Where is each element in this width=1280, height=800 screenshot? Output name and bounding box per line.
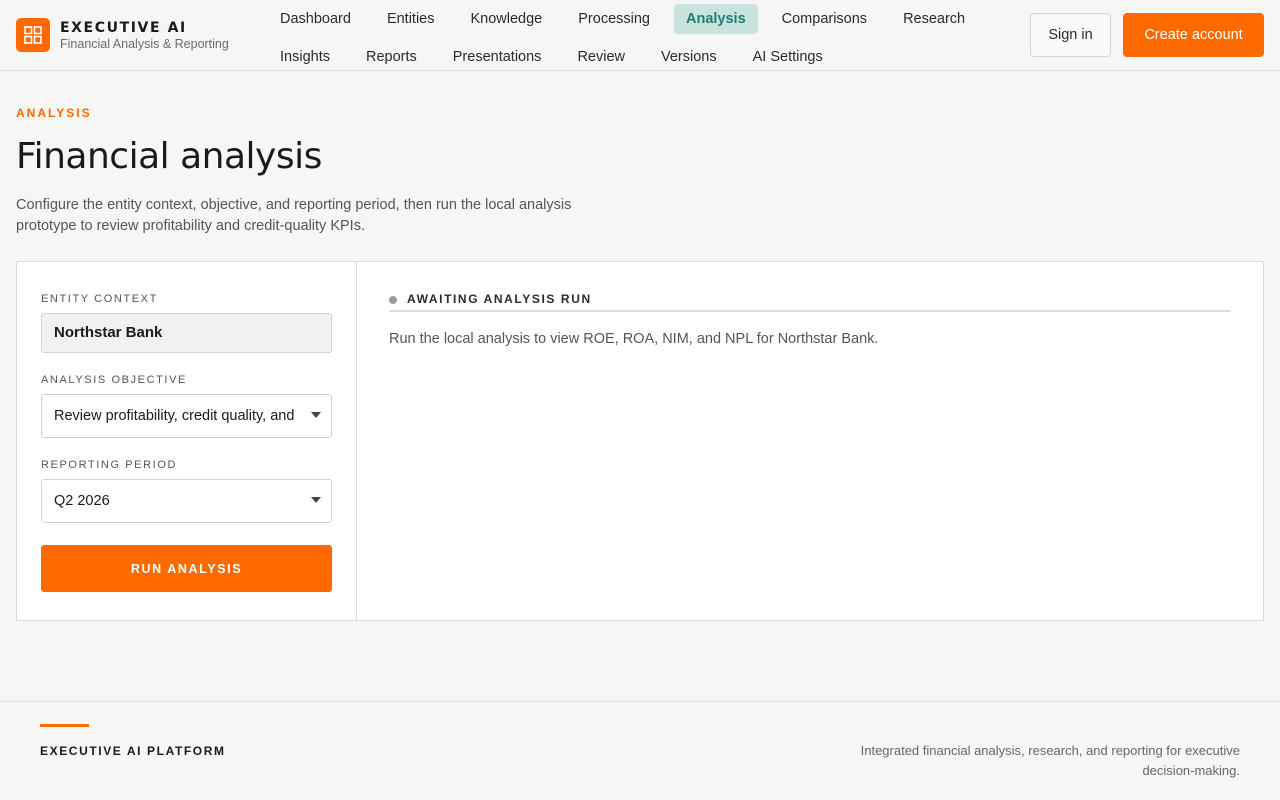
analysis-objective-select[interactable]: Review profitability, credit quality, an… bbox=[41, 394, 332, 438]
main-nav: Dashboard Entities Knowledge Processing Anal… bbox=[268, 0, 1008, 76]
nav-item-insights[interactable]: Insights bbox=[268, 42, 342, 72]
analysis-panel: ENTITY CONTEXT Northstar Bank ANALYSIS O… bbox=[16, 261, 1264, 621]
footer-brand: EXECUTIVE AI PLATFORM bbox=[40, 744, 226, 758]
nav-item-reports[interactable]: Reports bbox=[354, 42, 429, 72]
nav-item-entities[interactable]: Entities bbox=[375, 4, 447, 34]
nav-item-presentations[interactable]: Presentations bbox=[441, 42, 554, 72]
nav-item-versions[interactable]: Versions bbox=[649, 42, 729, 72]
footer-accent-bar bbox=[40, 724, 89, 727]
chevron-down-icon bbox=[311, 497, 321, 503]
nav-row-2: Insights Reports Presentations Review Versio… bbox=[268, 38, 1008, 76]
reporting-period-select[interactable]: Q2 2026 bbox=[41, 479, 332, 523]
entity-context-label: ENTITY CONTEXT bbox=[41, 293, 158, 305]
analysis-form: ENTITY CONTEXT Northstar Bank ANALYSIS O… bbox=[17, 262, 357, 620]
status-dot-icon bbox=[389, 296, 397, 304]
page-description: Configure the entity context, objective,… bbox=[16, 197, 572, 234]
brand-name: EXECUTIVE AI bbox=[60, 19, 187, 36]
analysis-result: AWAITING ANALYSIS RUN Run the local anal… bbox=[357, 262, 1263, 620]
brand-subtitle: Financial Analysis & Reporting bbox=[60, 36, 229, 51]
analysis-objective-value: Review profitability, credit quality, an… bbox=[54, 408, 295, 424]
nav-item-ai-settings[interactable]: AI Settings bbox=[741, 42, 835, 72]
nav-item-dashboard[interactable]: Dashboard bbox=[268, 4, 363, 34]
nav-item-analysis[interactable]: Analysis bbox=[673, 4, 758, 34]
result-message: Run the local analysis to view ROE, ROA,… bbox=[389, 331, 879, 347]
nav-item-comparisons[interactable]: Comparisons bbox=[770, 4, 879, 34]
page-title: Financial analysis bbox=[16, 136, 322, 177]
analysis-objective-label: ANALYSIS OBJECTIVE bbox=[41, 374, 187, 386]
page-eyebrow: ANALYSIS bbox=[16, 106, 92, 120]
grid-icon bbox=[16, 18, 50, 52]
sign-in-button[interactable]: Sign in bbox=[1030, 13, 1111, 57]
run-analysis-button[interactable]: RUN ANALYSIS bbox=[41, 545, 332, 592]
brand[interactable]: EXECUTIVE AI Financial Analysis & Report… bbox=[16, 18, 229, 52]
chevron-down-icon bbox=[311, 412, 321, 418]
nav-item-research[interactable]: Research bbox=[891, 4, 977, 34]
nav-item-review[interactable]: Review bbox=[565, 42, 637, 72]
nav-item-knowledge[interactable]: Knowledge bbox=[459, 4, 555, 34]
status-text: AWAITING ANALYSIS RUN bbox=[407, 292, 592, 306]
nav-item-processing[interactable]: Processing bbox=[566, 4, 662, 34]
page-footer: EXECUTIVE AI PLATFORM Integrated financi… bbox=[0, 701, 1280, 800]
entity-context-field[interactable]: Northstar Bank bbox=[41, 313, 332, 353]
create-account-button[interactable]: Create account bbox=[1123, 13, 1264, 57]
reporting-period-value: Q2 2026 bbox=[54, 493, 110, 509]
status-row: AWAITING ANALYSIS RUN bbox=[389, 292, 1231, 312]
nav-row-1: Dashboard Entities Knowledge Processing Anal… bbox=[268, 0, 1008, 38]
top-header: EXECUTIVE AI Financial Analysis & Report… bbox=[0, 0, 1280, 71]
footer-tagline: Integrated financial analysis, research,… bbox=[860, 743, 1240, 778]
reporting-period-label: REPORTING PERIOD bbox=[41, 459, 178, 471]
